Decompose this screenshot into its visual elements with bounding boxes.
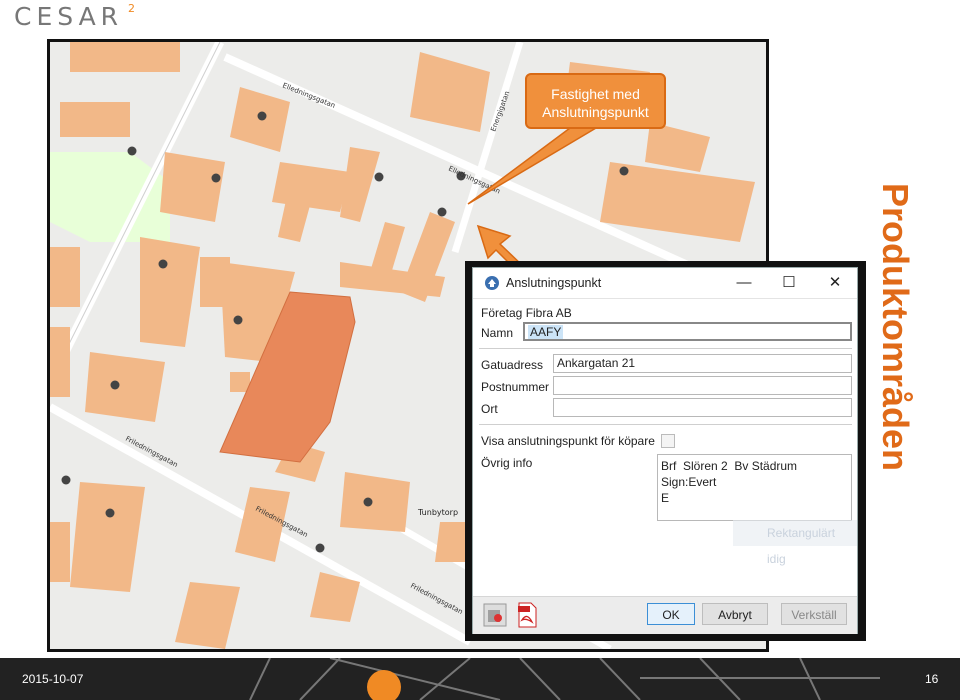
footer-date: 2015-10-07 [22, 672, 84, 686]
maximize-button[interactable]: ☐ [777, 273, 801, 293]
pdf-icon[interactable] [514, 602, 540, 628]
postnr-field[interactable] [553, 376, 852, 395]
footer-decoration [249, 658, 880, 700]
street-label: Elledningsgatan [281, 81, 336, 109]
slide-footer: 2015-10-07 16 [0, 658, 960, 700]
show-for-buyer-checkbox[interactable] [661, 434, 675, 448]
postnr-label: Postnummer [481, 380, 550, 394]
cancel-button[interactable]: Avbryt [702, 603, 768, 625]
divider [479, 424, 852, 425]
page-number: 16 [925, 672, 939, 686]
city-field[interactable] [553, 398, 852, 417]
callout-line1: Fastighet med [551, 86, 640, 102]
ok-button[interactable]: OK [647, 603, 695, 625]
minimize-button[interactable]: — [732, 273, 756, 293]
show-for-buyer-label: Visa anslutningspunkt för köpare [481, 434, 655, 448]
divider [479, 348, 852, 349]
side-title-text: Produktområden [875, 183, 916, 472]
company-label: Företag Fibra AB [481, 306, 572, 320]
close-button[interactable]: ✕ [823, 273, 847, 293]
apply-button[interactable]: Verkställ [781, 603, 847, 625]
place-label: Tunbytorp [417, 508, 458, 517]
address-label: Gatuadress [481, 358, 544, 372]
park-area [50, 152, 170, 242]
dialog-button-bar: OK Avbryt Verkställ [473, 596, 857, 634]
logo-text: CESAR [14, 2, 124, 31]
dialog-titlebar[interactable]: Anslutningspunkt — ☐ ✕ [473, 268, 857, 298]
address-field[interactable]: Ankargatan 21 [553, 354, 852, 373]
map-layer-icon[interactable] [482, 602, 508, 628]
name-field[interactable]: AAFY [523, 322, 852, 341]
info-textarea[interactable]: Brf Slören 2 Bv Städrum Sign:Evert E [657, 454, 852, 521]
callout-box: Fastighet med Anslutningspunkt [525, 73, 666, 129]
side-title: Produktområden [872, 183, 918, 473]
dialog-title: Anslutningspunkt [506, 276, 602, 290]
footer-orb [367, 670, 401, 700]
name-label: Namn [481, 326, 514, 340]
name-value: AAFY [528, 325, 564, 339]
logo-superscript: 2 [128, 2, 135, 15]
city-label: Ort [481, 402, 498, 416]
info-label: Övrig info [481, 456, 533, 470]
callout-line2: Anslutningspunkt [542, 104, 649, 120]
anslutningspunkt-dialog: Anslutningspunkt — ☐ ✕ Företag Fibra AB … [472, 267, 858, 634]
app-icon [485, 276, 499, 290]
titlebar-separator [473, 298, 857, 299]
background-menu-item: Rektangulärt idig [733, 520, 857, 566]
